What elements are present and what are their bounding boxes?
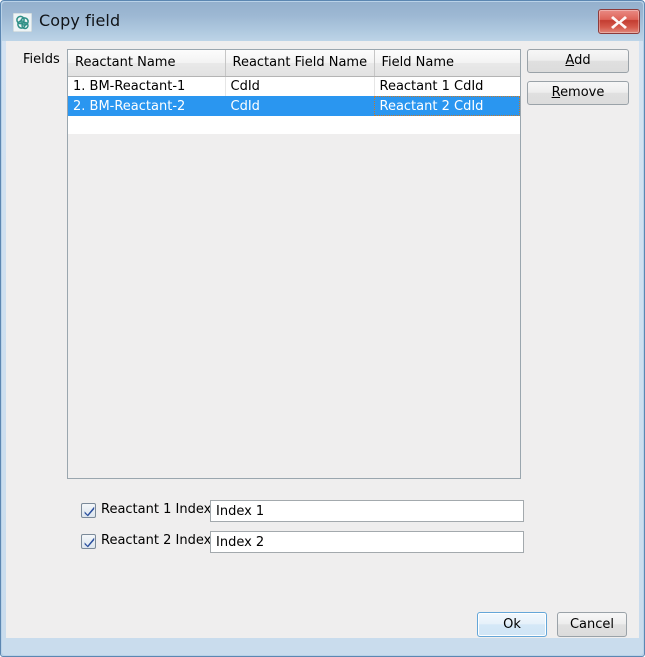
- fields-table-scroll[interactable]: Reactant Name Reactant Field Name Field …: [68, 50, 520, 134]
- close-icon: [611, 16, 627, 29]
- window-frame-inner: Copy field Fields Reactant Name Reactant…: [2, 2, 643, 655]
- checkmark-icon: [84, 506, 95, 517]
- table-row[interactable]: 2. BM-Reactant-2 CdId Reactant 2 CdId: [68, 96, 520, 116]
- cell-reactant-name[interactable]: 1. BM-Reactant-1: [68, 76, 226, 96]
- reactant-1-index-label: Reactant 1 Index: [101, 502, 212, 517]
- title-bar[interactable]: Copy field: [2, 2, 643, 41]
- reactant-2-index-label: Reactant 2 Index: [101, 533, 212, 548]
- reactant-2-index-row: Reactant 2 Index: [6, 531, 639, 553]
- add-button-mnemonic: A: [565, 53, 575, 68]
- add-button[interactable]: Add: [527, 49, 629, 73]
- checkmark-icon: [84, 537, 95, 548]
- cell-reactant-field-name[interactable]: CdId: [225, 96, 375, 116]
- reactant-2-index-checkbox[interactable]: [81, 534, 96, 549]
- add-button-label: dd: [574, 53, 591, 68]
- cell-reactant-field-name[interactable]: CdId: [225, 76, 375, 96]
- fields-table-panel: Reactant Name Reactant Field Name Field …: [67, 49, 521, 479]
- ok-button[interactable]: Ok: [477, 612, 547, 637]
- column-header-reactant-name[interactable]: Reactant Name: [68, 50, 226, 77]
- reactant-1-index-checkbox[interactable]: [81, 503, 96, 518]
- table-row[interactable]: 1. BM-Reactant-1 CdId Reactant 1 CdId: [68, 76, 520, 96]
- remove-button-label: emove: [560, 85, 605, 100]
- dialog-window: Copy field Fields Reactant Name Reactant…: [0, 0, 645, 657]
- cell-field-name[interactable]: Reactant 2 CdId: [374, 96, 520, 116]
- cell-reactant-name[interactable]: 2. BM-Reactant-2: [68, 96, 226, 116]
- window-title: Copy field: [39, 11, 121, 30]
- reactant-1-index-input[interactable]: [210, 500, 524, 522]
- remove-button[interactable]: Remove: [527, 81, 629, 105]
- cancel-button[interactable]: Cancel: [557, 612, 627, 637]
- column-header-reactant-field-name[interactable]: Reactant Field Name: [225, 50, 375, 77]
- reactant-2-index-input[interactable]: [210, 531, 524, 553]
- table-header-row: Reactant Name Reactant Field Name Field …: [68, 50, 520, 77]
- remove-button-mnemonic: R: [551, 85, 561, 100]
- cell-field-name[interactable]: Reactant 1 CdId: [374, 76, 520, 96]
- column-header-field-name[interactable]: Field Name: [374, 50, 520, 77]
- fields-label: Fields: [23, 52, 60, 67]
- molecule-icon: [12, 12, 33, 33]
- close-button[interactable]: [598, 9, 640, 34]
- dialog-content: Fields Reactant Name Reactant Field Name…: [6, 41, 639, 638]
- fields-table: Reactant Name Reactant Field Name Field …: [68, 50, 520, 116]
- reactant-1-index-row: Reactant 1 Index: [6, 500, 639, 522]
